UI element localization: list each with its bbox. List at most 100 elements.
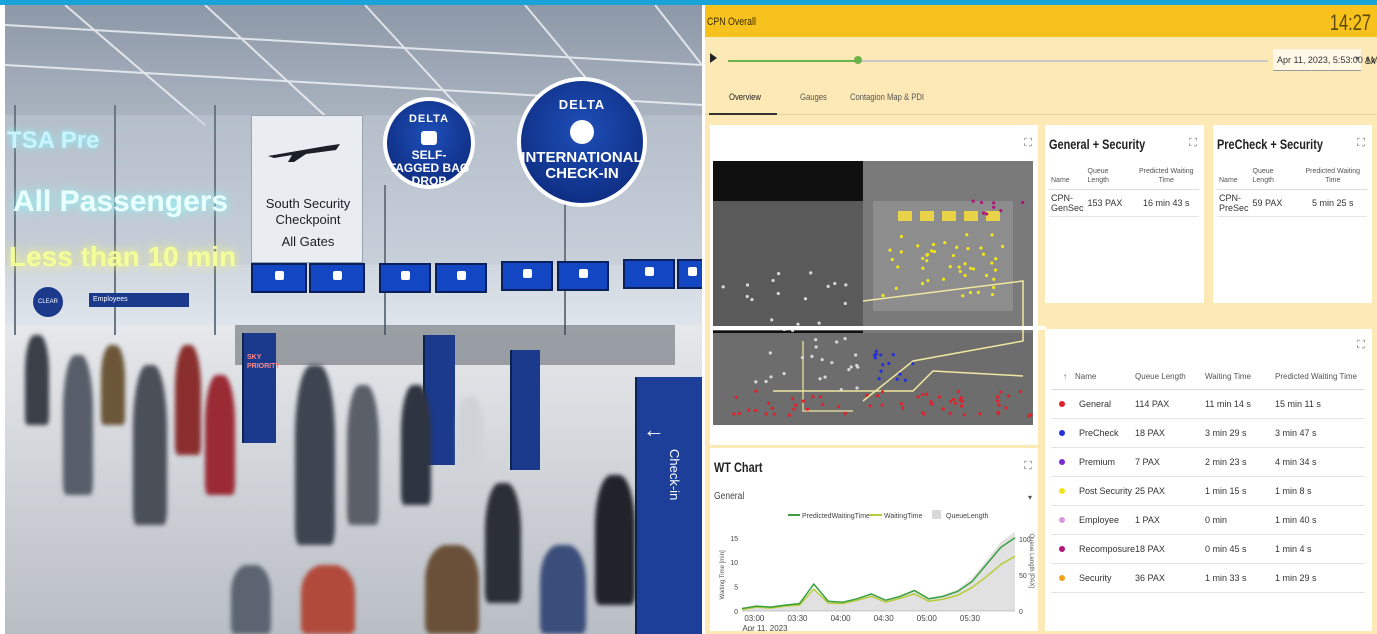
general-security-title: General + Security — [1049, 136, 1146, 152]
table-row[interactable]: PreCheck 18 PAX 3 min 29 s3 min 47 s — [1051, 418, 1365, 448]
person-dot — [855, 363, 859, 368]
header-bar: CPN Overall 14:27 — [705, 5, 1377, 37]
person-dot — [874, 352, 878, 356]
person-dot — [836, 404, 841, 409]
person-dot — [787, 413, 792, 417]
international-checkin-sign: DELTA INTERNATIONAL CHECK-IN — [517, 77, 647, 207]
bag-drop-screen — [251, 263, 307, 293]
queue-length: 36 PAX — [1135, 563, 1206, 593]
traveler — [175, 345, 201, 455]
active-tab-indicator — [709, 113, 777, 115]
expand-icon[interactable]: ⛶ — [1355, 339, 1367, 351]
person-dot — [979, 200, 984, 205]
expand-icon[interactable]: ⛶ — [1022, 460, 1034, 472]
queue-selector[interactable]: General — [714, 491, 986, 502]
person-dot — [747, 408, 751, 412]
person-dot — [951, 397, 956, 401]
wt-chart-title: WT Chart — [714, 459, 763, 475]
playback-speed[interactable]: 1x — [1365, 56, 1376, 67]
person-dot — [877, 377, 881, 381]
queue-name: General — [1079, 398, 1112, 409]
person-dot — [844, 283, 848, 287]
person-dot — [976, 290, 980, 295]
column-header[interactable]: Predicted Waiting Time — [1275, 365, 1365, 390]
person-dot — [814, 338, 818, 342]
x-date-label: Apr 11, 2023 — [742, 624, 788, 631]
queue-length: 18 PAX — [1135, 418, 1206, 448]
expand-icon[interactable]: ⛶ — [1187, 137, 1199, 149]
status-dot — [1059, 545, 1065, 552]
play-icon[interactable] — [710, 53, 717, 63]
predicted-wait: 5 min 25 s — [1298, 189, 1367, 217]
queue-length: 153 PAX — [1085, 189, 1134, 217]
traveler — [231, 565, 271, 634]
date-picker[interactable]: Apr 11, 2023, 5:53:00 AM ▾ — [1273, 49, 1377, 71]
person-dot — [953, 401, 957, 405]
person-dot — [990, 233, 994, 237]
person-dot — [916, 244, 920, 248]
person-dot — [943, 240, 947, 245]
x-tick-label: 04:00 — [831, 614, 852, 623]
arrow-up-icon[interactable]: ↑ — [1063, 372, 1067, 381]
tab-overview[interactable]: Overview — [729, 92, 761, 102]
column-header-name[interactable]: ↑ Name — [1051, 365, 1136, 390]
person-dot — [962, 413, 967, 417]
table-row[interactable]: Security 36 PAX 1 min 33 s1 min 29 s — [1051, 563, 1365, 593]
table-row[interactable]: Post Security 25 PAX 1 min 15 s1 min 8 s — [1051, 476, 1365, 506]
person-dot — [835, 340, 839, 344]
person-dot — [978, 412, 982, 416]
person-dot — [921, 411, 925, 415]
x-tick-label: 03:30 — [787, 614, 808, 623]
table-row[interactable]: CPN-PreSec 59 PAX 5 min 25 s — [1217, 189, 1367, 217]
person-dot — [776, 291, 780, 296]
person-dot — [745, 294, 749, 299]
tsa-pre-sign: TSA Pre — [7, 127, 100, 154]
person-dot — [721, 285, 725, 289]
expand-icon[interactable]: ⛶ — [1022, 137, 1034, 149]
precheck-security-table: Name Queue Length Predicted Waiting Time… — [1217, 167, 1367, 217]
waiting-time: 2 min 23 s — [1205, 447, 1276, 477]
chevron-down-icon[interactable]: ▾ — [1028, 493, 1032, 502]
predicted-wait: 1 min 4 s — [1275, 534, 1365, 564]
table-row[interactable]: General 114 PAX 11 min 14 s 15 min 11 s — [1051, 389, 1365, 419]
precheck-security-panel: PreCheck + Security ⛶ Name Queue Length … — [1213, 125, 1372, 303]
person-dot — [900, 406, 905, 410]
tab-contagion-map[interactable]: Contagion Map & PDI — [850, 92, 924, 102]
person-dot — [1019, 390, 1023, 394]
person-dot — [996, 399, 1000, 403]
status-dot — [1059, 400, 1065, 407]
traveler — [457, 397, 483, 467]
legend-label: QueueLength — [946, 513, 989, 520]
timeline-handle[interactable] — [853, 56, 862, 64]
column-header[interactable]: Waiting Time — [1205, 365, 1276, 390]
bag-drop-sign: DELTA SELF-TAGGED BAG DROP — [383, 97, 475, 189]
expand-icon[interactable]: ⛶ — [1355, 137, 1367, 149]
person-dot — [1004, 406, 1008, 410]
table-row[interactable]: Premium 7 PAX 2 min 23 s4 min 34 s — [1051, 447, 1365, 477]
heatmap-view[interactable] — [713, 161, 1033, 425]
person-dot — [770, 318, 774, 322]
table-row[interactable]: CPN-GenSec 153 PAX 16 min 43 s — [1049, 189, 1199, 217]
column-header[interactable]: Queue Length — [1135, 365, 1206, 390]
tab-gauges[interactable]: Gauges — [800, 92, 827, 102]
traveler — [401, 385, 431, 505]
person-dot — [916, 395, 920, 399]
table-row[interactable]: Employee 1 PAX 0 min 1 min 40 s — [1051, 505, 1365, 535]
person-dot — [732, 412, 736, 416]
table-row[interactable]: Recomposure 18 PAX 0 min 45 s1 min 4 s — [1051, 534, 1365, 564]
predicted-wait: 4 min 34 s — [1275, 447, 1365, 477]
column-header: Name — [1217, 167, 1251, 190]
person-dot — [820, 357, 824, 362]
queue-name: CPN-GenSec — [1049, 189, 1086, 217]
x-tick-label: 03:00 — [744, 614, 765, 623]
person-dot — [764, 412, 768, 416]
delta-logo: DELTA — [408, 113, 450, 125]
person-dot — [984, 273, 989, 278]
person-dot — [814, 345, 818, 349]
person-dot — [818, 377, 822, 381]
status-dot — [1059, 458, 1065, 465]
person-dot — [948, 399, 953, 404]
person-dot — [823, 375, 827, 379]
person-dot — [898, 372, 902, 376]
timeline-slider[interactable] — [728, 56, 1268, 64]
